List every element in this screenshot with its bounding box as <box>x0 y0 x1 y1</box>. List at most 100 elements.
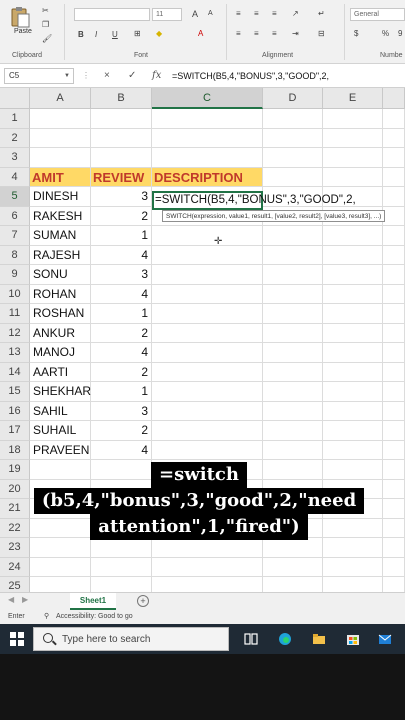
copy-icon[interactable]: ❐ <box>42 20 49 29</box>
name-box[interactable]: C5 ▼ <box>4 68 74 84</box>
cell[interactable] <box>152 128 263 148</box>
cell[interactable] <box>383 226 405 246</box>
name-cell[interactable]: SUMAN <box>30 226 91 246</box>
cell[interactable] <box>263 109 323 129</box>
cell[interactable] <box>383 460 405 480</box>
cell[interactable] <box>152 421 263 441</box>
cell[interactable] <box>383 167 405 187</box>
cell[interactable] <box>383 206 405 226</box>
fill-color-icon[interactable]: ◆ <box>156 29 162 38</box>
review-cell[interactable]: 2 <box>91 421 152 441</box>
currency-icon[interactable]: $ <box>354 29 358 38</box>
cell[interactable] <box>263 323 323 343</box>
active-cell-text[interactable]: =SWITCH(B5,4,"BONUS",3,"GOOD",2, <box>155 191 356 210</box>
name-cell[interactable]: MANOJ <box>30 343 91 363</box>
cell[interactable] <box>383 538 405 558</box>
cell[interactable] <box>383 401 405 421</box>
cell[interactable] <box>323 538 383 558</box>
italic-button[interactable]: I <box>95 30 97 39</box>
cell[interactable] <box>263 284 323 304</box>
align-center-icon[interactable]: ≡ <box>254 29 259 38</box>
wrap-text-icon[interactable]: ↵ <box>318 9 325 18</box>
cell[interactable] <box>152 401 263 421</box>
underline-button[interactable]: U <box>112 30 118 39</box>
cell[interactable] <box>263 148 323 168</box>
row-header-2[interactable]: 2 <box>0 128 30 148</box>
row-header-1[interactable]: 1 <box>0 109 30 129</box>
indent-icon[interactable]: ⇥ <box>292 29 299 38</box>
cell[interactable] <box>323 382 383 402</box>
cell[interactable] <box>383 499 405 519</box>
cell[interactable] <box>383 518 405 538</box>
prev-sheet-icon[interactable]: ◀ <box>8 595 14 604</box>
cell[interactable] <box>152 265 263 285</box>
mail-icon[interactable] <box>378 632 392 646</box>
accessibility-status[interactable]: Accessibility: Good to go <box>56 610 133 624</box>
name-cell[interactable]: ROHAN <box>30 284 91 304</box>
cell[interactable] <box>323 128 383 148</box>
cell[interactable] <box>323 109 383 129</box>
cell[interactable] <box>263 421 323 441</box>
cell[interactable] <box>263 167 323 187</box>
cell[interactable] <box>152 557 263 577</box>
cell[interactable] <box>263 245 323 265</box>
row-header-6[interactable]: 6 <box>0 206 30 226</box>
row-header-13[interactable]: 13 <box>0 343 30 363</box>
font-name-box[interactable] <box>74 8 150 21</box>
cell[interactable] <box>323 148 383 168</box>
cell[interactable] <box>152 226 263 246</box>
store-icon[interactable] <box>346 632 360 646</box>
row-header-17[interactable]: 17 <box>0 421 30 441</box>
add-sheet-icon[interactable]: + <box>137 595 149 607</box>
cell[interactable] <box>323 304 383 324</box>
row-header-23[interactable]: 23 <box>0 538 30 558</box>
cell[interactable] <box>383 245 405 265</box>
cell[interactable] <box>263 382 323 402</box>
review-cell[interactable]: 1 <box>91 382 152 402</box>
percent-button[interactable]: % <box>382 29 389 38</box>
cancel-icon[interactable]: × <box>104 68 110 84</box>
cell[interactable] <box>323 362 383 382</box>
cell[interactable] <box>323 323 383 343</box>
cell[interactable] <box>383 128 405 148</box>
cell[interactable] <box>383 479 405 499</box>
font-color-icon[interactable]: A <box>198 29 203 38</box>
borders-icon[interactable]: ⊞ <box>134 29 141 38</box>
insert-function-icon[interactable]: fx <box>152 68 161 84</box>
cell[interactable] <box>323 245 383 265</box>
cell[interactable] <box>152 343 263 363</box>
cell[interactable] <box>383 362 405 382</box>
cell[interactable] <box>323 226 383 246</box>
next-sheet-icon[interactable]: ▶ <box>22 595 28 604</box>
column-header-c[interactable]: C <box>152 88 263 109</box>
increase-font-icon[interactable]: A <box>192 9 198 19</box>
name-cell[interactable]: DINESH <box>30 187 91 207</box>
cut-icon[interactable]: ✂ <box>42 6 49 15</box>
cell[interactable] <box>323 401 383 421</box>
cell[interactable] <box>263 362 323 382</box>
review-cell[interactable]: 1 <box>91 226 152 246</box>
row-header-3[interactable]: 3 <box>0 148 30 168</box>
cell[interactable] <box>263 401 323 421</box>
cell[interactable] <box>383 440 405 460</box>
cell[interactable] <box>152 148 263 168</box>
row-header-18[interactable]: 18 <box>0 440 30 460</box>
row-header-8[interactable]: 8 <box>0 245 30 265</box>
cell[interactable] <box>383 323 405 343</box>
cell[interactable] <box>263 343 323 363</box>
cell[interactable] <box>323 167 383 187</box>
review-cell[interactable]: 2 <box>91 323 152 343</box>
cell[interactable] <box>323 557 383 577</box>
align-right-icon[interactable]: ≡ <box>272 29 277 38</box>
cell[interactable] <box>383 109 405 129</box>
search-placeholder[interactable]: Type here to search <box>62 628 150 652</box>
cell[interactable] <box>30 128 91 148</box>
edge-browser-icon[interactable] <box>278 632 292 646</box>
align-top-icon[interactable]: ≡ <box>236 9 241 18</box>
row-header-14[interactable]: 14 <box>0 362 30 382</box>
row-header-24[interactable]: 24 <box>0 557 30 577</box>
review-cell[interactable]: 2 <box>91 206 152 226</box>
cell[interactable] <box>30 557 91 577</box>
cell[interactable] <box>152 284 263 304</box>
decrease-font-icon[interactable]: A <box>208 10 213 17</box>
